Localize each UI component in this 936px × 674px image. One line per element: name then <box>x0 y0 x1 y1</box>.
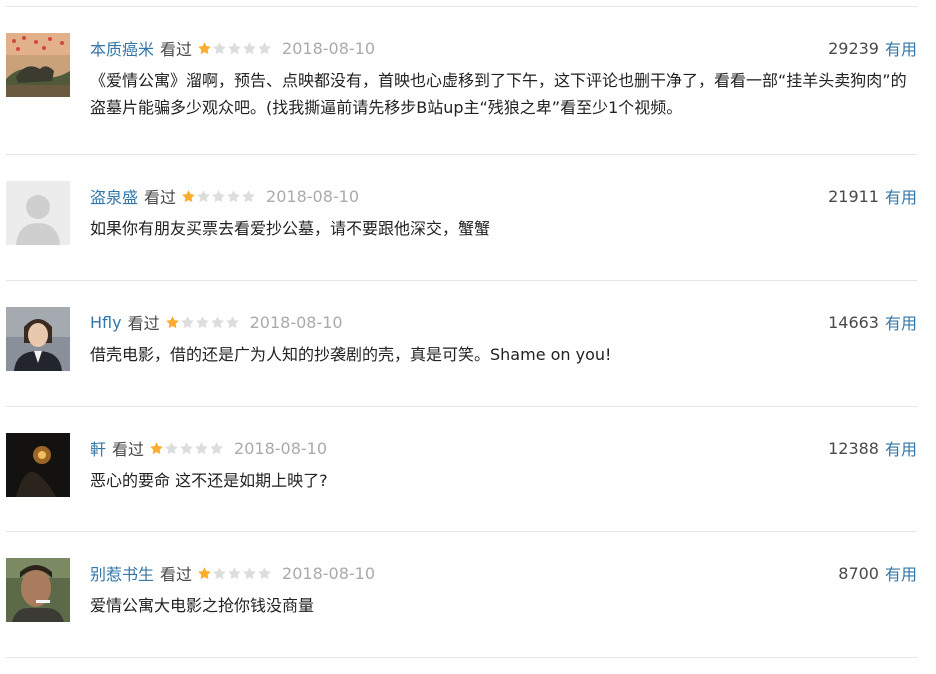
vote-count: 29239 <box>828 38 879 58</box>
star-empty-icon <box>228 566 241 579</box>
vote-area: 14663 有用 <box>828 310 917 334</box>
comment-meta: 本质癌米 看过 2018-08-10 <box>90 36 375 60</box>
comment-text: 恶心的要命 这不还是如期上映了? <box>90 471 328 490</box>
comment-meta: 軒 看过 2018-08-10 <box>90 436 327 460</box>
star-empty-icon <box>243 41 256 54</box>
comment-date: 2018-08-10 <box>282 563 376 583</box>
star-empty-icon <box>213 41 226 54</box>
star-empty-icon <box>180 441 193 454</box>
avatar[interactable] <box>6 181 70 245</box>
star-empty-icon <box>213 566 226 579</box>
comment-date: 2018-08-10 <box>249 312 343 332</box>
star-empty-icon <box>228 41 241 54</box>
divider <box>6 154 917 155</box>
vote-count: 12388 <box>828 438 879 458</box>
comment-date: 2018-08-10 <box>266 186 360 206</box>
rating-stars <box>149 441 224 456</box>
star-filled-icon <box>198 566 211 579</box>
star-empty-icon <box>212 189 225 202</box>
useful-button[interactable]: 有用 <box>885 561 917 585</box>
comment-text: 如果你有朋友买票去看爱抄公墓，请不要跟他深交，蟹蟹 <box>90 219 491 238</box>
divider <box>6 280 917 281</box>
divider <box>6 657 917 658</box>
comment-text: 《爱情公寓》溜啊，预告、点映都没有，首映也心虚移到了下午，这下评论也删干净了，看… <box>90 71 907 117</box>
author-link[interactable]: 盗泉盛 <box>90 184 138 208</box>
watch-status: 看过 <box>112 440 145 459</box>
avatar[interactable] <box>6 307 70 371</box>
author-link[interactable]: 别惹书生 <box>90 561 154 585</box>
star-filled-icon <box>182 189 195 202</box>
vote-count: 21911 <box>828 186 879 206</box>
author-link[interactable]: 本质癌米 <box>90 36 154 60</box>
vote-count: 8700 <box>838 563 879 583</box>
comment-text: 借壳电影，借的还是广为人知的抄袭剧的壳，真是可笑。Shame on you! <box>90 345 612 364</box>
vote-count: 14663 <box>828 312 879 332</box>
watch-status: 看过 <box>144 188 177 207</box>
divider <box>6 6 917 7</box>
star-filled-icon <box>198 41 211 54</box>
author-link[interactable]: 軒 <box>90 436 106 460</box>
watch-status: 看过 <box>127 314 160 333</box>
useful-button[interactable]: 有用 <box>885 310 917 334</box>
star-empty-icon <box>195 441 208 454</box>
comment-text: 爱情公寓大电影之抢你钱没商量 <box>90 596 315 615</box>
divider <box>6 531 917 532</box>
vote-area: 12388 有用 <box>828 436 917 460</box>
star-empty-icon <box>195 315 209 328</box>
avatar[interactable] <box>6 33 70 97</box>
useful-button[interactable]: 有用 <box>885 436 917 460</box>
divider <box>6 406 917 407</box>
star-empty-icon <box>197 189 210 202</box>
author-link[interactable]: Hfly <box>90 313 122 332</box>
star-filled-icon <box>165 315 179 328</box>
rating-stars <box>181 189 256 204</box>
avatar[interactable] <box>6 433 70 497</box>
star-empty-icon <box>210 315 224 328</box>
star-empty-icon <box>243 566 256 579</box>
comment-date: 2018-08-10 <box>282 38 376 58</box>
rating-stars <box>197 566 272 581</box>
star-empty-icon <box>210 441 223 454</box>
watch-status: 看过 <box>160 40 193 59</box>
star-empty-icon <box>180 315 194 328</box>
star-empty-icon <box>165 441 178 454</box>
rating-stars <box>197 41 272 56</box>
comment-meta: Hfly 看过 2018-08-10 <box>90 310 343 334</box>
star-empty-icon <box>258 41 271 54</box>
vote-area: 21911 有用 <box>828 184 917 208</box>
star-empty-icon <box>227 189 240 202</box>
rating-stars <box>165 315 240 330</box>
avatar[interactable] <box>6 558 70 622</box>
vote-area: 8700 有用 <box>838 561 917 585</box>
vote-area: 29239 有用 <box>828 36 917 60</box>
star-filled-icon <box>150 441 163 454</box>
useful-button[interactable]: 有用 <box>885 36 917 60</box>
comments-page: 本质癌米 看过 2018-08-10 29239 有用 《爱情公寓》溜啊，预告、… <box>0 0 936 674</box>
comment-meta: 盗泉盛 看过 2018-08-10 <box>90 184 359 208</box>
star-empty-icon <box>242 189 255 202</box>
star-empty-icon <box>258 566 271 579</box>
watch-status: 看过 <box>160 565 193 584</box>
comment-date: 2018-08-10 <box>234 438 328 458</box>
useful-button[interactable]: 有用 <box>885 184 917 208</box>
comment-meta: 别惹书生 看过 2018-08-10 <box>90 561 375 585</box>
star-empty-icon <box>225 315 239 328</box>
